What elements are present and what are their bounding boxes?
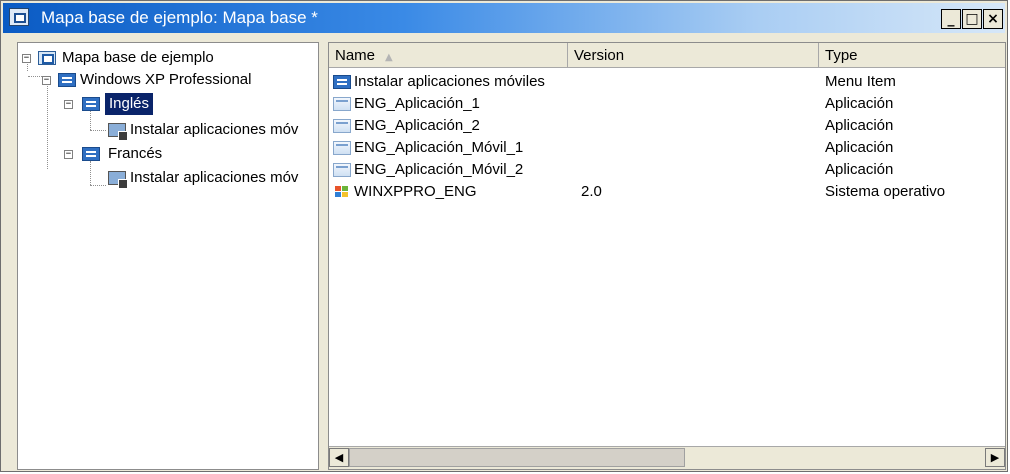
windows-logo-icon xyxy=(335,186,348,197)
app-window: Mapa base de ejemplo: Mapa base * _ □ × … xyxy=(0,0,1008,472)
row-type: Aplicación xyxy=(825,139,894,156)
tree-node-frances[interactable]: − Francés xyxy=(64,143,264,165)
list-row[interactable]: ENG_Aplicación_Móvil_2 Aplicación xyxy=(329,159,1005,181)
tree-node-label: Windows XP Professional xyxy=(80,71,252,88)
column-header-label: Type xyxy=(825,47,858,64)
menu-item-icon xyxy=(333,75,351,89)
scrollbar-thumb[interactable] xyxy=(349,448,685,467)
application-icon xyxy=(333,163,351,177)
collapse-toggle[interactable]: − xyxy=(22,54,31,63)
tree-node-menu-item[interactable]: Instalar aplicaciones móv xyxy=(108,167,314,189)
row-name: ENG_Aplicación_Móvil_2 xyxy=(354,161,524,178)
application-icon xyxy=(333,119,351,133)
horizontal-scrollbar[interactable]: ◀ ▶ xyxy=(329,446,1005,469)
maximize-button[interactable]: □ xyxy=(962,9,982,29)
list-pane[interactable]: Name ▲ Version Type Instalar aplicaciones… xyxy=(328,42,1006,470)
collapse-toggle[interactable]: − xyxy=(42,76,51,85)
collapse-toggle[interactable]: − xyxy=(64,100,73,109)
tree-node-menu-item[interactable]: Instalar aplicaciones móv xyxy=(108,119,314,141)
window-title: Mapa base de ejemplo: Mapa base * xyxy=(41,8,318,27)
tree-node-label: Instalar aplicaciones móv xyxy=(130,121,299,138)
basemap-icon xyxy=(38,51,56,65)
row-version: 2.0 xyxy=(581,183,602,200)
scroll-right-button[interactable]: ▶ xyxy=(985,448,1005,467)
list-row[interactable]: ENG_Aplicación_1 Aplicación xyxy=(329,93,1005,115)
list-row[interactable]: WINXPPRO_ENG 2.0 Sistema operativo xyxy=(329,181,1005,203)
row-name: ENG_Aplicación_Móvil_1 xyxy=(354,139,524,156)
tree-node-label: Mapa base de ejemplo xyxy=(62,49,214,66)
menu-item-icon xyxy=(108,171,128,189)
row-type: Menu Item xyxy=(825,73,896,90)
sort-ascending-icon: ▲ xyxy=(385,52,393,63)
list-row[interactable]: ENG_Aplicación_Móvil_1 Aplicación xyxy=(329,137,1005,159)
tree-connector xyxy=(90,185,106,186)
list-row[interactable]: ENG_Aplicación_2 Aplicación xyxy=(329,115,1005,137)
tree-node-label: Instalar aplicaciones móv xyxy=(130,169,299,186)
menu-item-icon xyxy=(108,123,128,141)
tree-node-root[interactable]: − Mapa base de ejemplo xyxy=(22,47,312,69)
column-header-label: Name xyxy=(335,47,376,64)
close-button[interactable]: × xyxy=(983,9,1003,29)
column-header-version[interactable]: Version xyxy=(568,43,819,68)
os-icon xyxy=(58,73,76,87)
row-name: WINXPPRO_ENG xyxy=(354,183,477,200)
column-header-type[interactable]: Type xyxy=(819,43,1005,68)
row-name: ENG_Aplicación_1 xyxy=(354,95,480,112)
row-type: Aplicación xyxy=(825,95,894,112)
tree-node-label-selected: Inglés xyxy=(105,93,154,115)
row-name: ENG_Aplicación_2 xyxy=(354,117,480,134)
row-type: Sistema operativo xyxy=(825,183,946,200)
tree-connector xyxy=(90,130,106,131)
tree-node-label: Francés xyxy=(108,145,163,162)
minimize-button[interactable]: _ xyxy=(941,9,961,29)
tree-node-ingles[interactable]: − Inglés xyxy=(64,93,264,115)
row-name: Instalar aplicaciones móviles xyxy=(354,73,545,90)
collapse-toggle[interactable]: − xyxy=(64,150,73,159)
column-header-name[interactable]: Name ▲ xyxy=(329,43,568,68)
row-type: Aplicación xyxy=(825,117,894,134)
list-row[interactable]: Instalar aplicaciones móviles Menu Item xyxy=(329,71,1005,93)
tree-pane[interactable]: − Mapa base de ejemplo − Windows XP Prof… xyxy=(17,42,319,470)
scroll-left-button[interactable]: ◀ xyxy=(329,448,349,467)
basemap-icon xyxy=(9,8,29,26)
column-header-label: Version xyxy=(574,47,625,64)
title-bar[interactable]: Mapa base de ejemplo: Mapa base * _ □ × xyxy=(3,3,1005,33)
application-icon xyxy=(333,97,351,111)
application-icon xyxy=(333,141,351,155)
language-icon xyxy=(82,147,100,161)
tree-connector xyxy=(47,83,48,169)
tree-node-os[interactable]: − Windows XP Professional xyxy=(42,69,312,91)
row-type: Aplicación xyxy=(825,161,894,178)
language-icon xyxy=(82,97,100,111)
